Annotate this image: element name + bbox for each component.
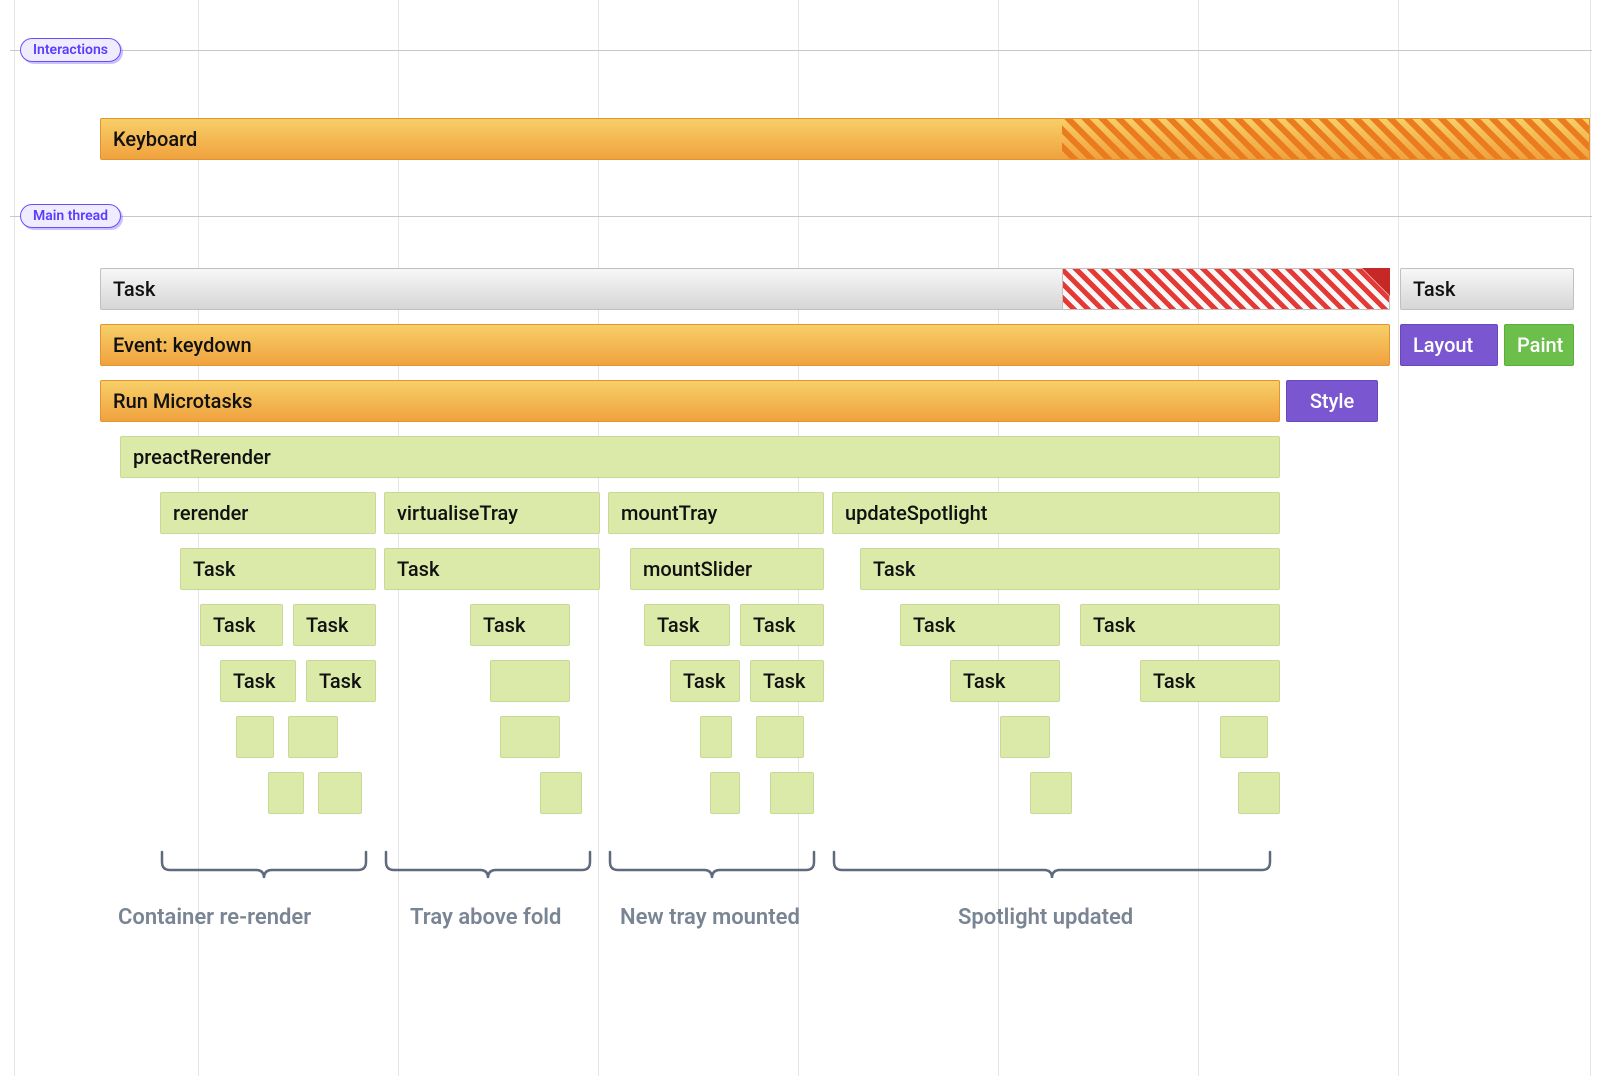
flame-block[interactable] [1238, 772, 1280, 814]
flame-bar-c1-l3a[interactable]: Task [200, 604, 283, 646]
flame-block[interactable] [700, 716, 732, 758]
flame-bar-label: Keyboard [113, 127, 197, 151]
gridline [14, 0, 15, 1076]
flame-bar-label: Task [683, 669, 725, 693]
flame-bar-label: Task [763, 669, 805, 693]
flame-bar-label: Paint [1517, 333, 1563, 357]
flame-bar-c1-l4b[interactable]: Task [306, 660, 376, 702]
flame-bar-label: Style [1310, 389, 1354, 413]
flame-bar-label: Task [306, 613, 348, 637]
flame-bar-rerender[interactable]: rerender [160, 492, 376, 534]
flame-bar-c1-l3b[interactable]: Task [293, 604, 376, 646]
flame-bar-label: Task [233, 669, 275, 693]
brace-icon [608, 850, 824, 886]
flame-bar-c4-l4b[interactable]: Task [1140, 660, 1280, 702]
flame-bar-task-warning-corner [1362, 268, 1390, 296]
flame-bar-label: Task [963, 669, 1005, 693]
flame-block[interactable] [288, 716, 338, 758]
flame-bar-c3-l4b[interactable]: Task [750, 660, 824, 702]
flame-block[interactable] [236, 716, 274, 758]
flame-bar-label: rerender [173, 501, 248, 525]
flame-bar-label: preactRerender [133, 445, 271, 469]
flame-bar-c2-l2[interactable]: Task [384, 548, 600, 590]
flame-bar-label: Task [213, 613, 255, 637]
flame-bar-label: updateSpotlight [845, 501, 987, 525]
flame-bar-mount-tray[interactable]: mountTray [608, 492, 824, 534]
flame-block[interactable] [710, 772, 740, 814]
flame-bar-label: Task [1413, 277, 1455, 301]
annotation-container-rerender: Container re-render [118, 905, 311, 930]
flame-bar-label: Run Microtasks [113, 389, 252, 413]
flame-block[interactable] [540, 772, 582, 814]
flame-bar-c3-l4a[interactable]: Task [670, 660, 740, 702]
flame-block[interactable] [1220, 716, 1268, 758]
flame-bar-update-spotlight[interactable]: updateSpotlight [832, 492, 1280, 534]
flame-block[interactable] [770, 772, 814, 814]
brace-icon [160, 850, 376, 886]
section-chip-label: Main thread [33, 208, 108, 224]
section-chip-label: Interactions [33, 42, 108, 58]
flame-bar-label: mountTray [621, 501, 717, 525]
flame-bar-label: Task [753, 613, 795, 637]
flame-block[interactable] [268, 772, 304, 814]
flame-bar-virtualise-tray[interactable]: virtualiseTray [384, 492, 600, 534]
brace-icon [832, 850, 1280, 886]
flame-bar-label: Task [193, 557, 235, 581]
flame-bar-keyboard-overrun [1062, 118, 1590, 160]
flame-bar-run-microtasks[interactable]: Run Microtasks [100, 380, 1280, 422]
flame-bar-label: Task [1153, 669, 1195, 693]
flame-chart-canvas: Interactions Keyboard Main thread Task T… [0, 0, 1602, 1076]
flame-bar-label: virtualiseTray [397, 501, 518, 525]
section-rule-main-thread [10, 216, 1592, 217]
flame-bar-style[interactable]: Style [1286, 380, 1378, 422]
section-rule-interactions [10, 50, 1592, 51]
flame-bar-label: Event: keydown [113, 333, 252, 357]
flame-bar-c4-l3b[interactable]: Task [1080, 604, 1280, 646]
flame-bar-event-keydown[interactable]: Event: keydown [100, 324, 1390, 366]
flame-block[interactable] [756, 716, 804, 758]
flame-bar-label: Layout [1413, 333, 1473, 357]
annotation-spotlight-updated: Spotlight updated [958, 905, 1133, 930]
flame-bar-label: Task [397, 557, 439, 581]
section-chip-main-thread[interactable]: Main thread [20, 204, 121, 228]
flame-bar-c4-l4a[interactable]: Task [950, 660, 1060, 702]
flame-bar-paint[interactable]: Paint [1504, 324, 1574, 366]
flame-bar-layout[interactable]: Layout [1400, 324, 1498, 366]
flame-block[interactable] [1030, 772, 1072, 814]
section-chip-interactions[interactable]: Interactions [20, 38, 121, 62]
flame-bar-label: Task [873, 557, 915, 581]
flame-block[interactable] [1000, 716, 1050, 758]
flame-bar-c4-l3a[interactable]: Task [900, 604, 1060, 646]
flame-bar-mount-slider[interactable]: mountSlider [630, 548, 824, 590]
gridline [1590, 0, 1591, 1076]
annotation-new-tray-mounted: New tray mounted [620, 905, 800, 930]
flame-bar-label: Task [319, 669, 361, 693]
flame-bar-label: Task [1093, 613, 1135, 637]
flame-bar-c1-l2[interactable]: Task [180, 548, 376, 590]
flame-bar-label: mountSlider [643, 557, 752, 581]
annotation-tray-above-fold: Tray above fold [410, 905, 561, 930]
gridline [1398, 0, 1399, 1076]
flame-block[interactable] [500, 716, 560, 758]
flame-bar-preact-rerender[interactable]: preactRerender [120, 436, 1280, 478]
flame-bar-c4-l2[interactable]: Task [860, 548, 1280, 590]
flame-bar-label: Task [113, 277, 155, 301]
flame-bar-task-short[interactable]: Task [1400, 268, 1574, 310]
flame-bar-c2-l4[interactable] [490, 660, 570, 702]
gridline [398, 0, 399, 1076]
flame-bar-c2-l3[interactable]: Task [470, 604, 570, 646]
flame-bar-c3-l3a[interactable]: Task [644, 604, 730, 646]
brace-icon [384, 850, 600, 886]
flame-bar-c1-l4a[interactable]: Task [220, 660, 296, 702]
gridline [598, 0, 599, 1076]
flame-bar-c3-l3b[interactable]: Task [740, 604, 824, 646]
flame-bar-label: Task [913, 613, 955, 637]
flame-block[interactable] [318, 772, 362, 814]
gridline [1198, 0, 1199, 1076]
flame-bar-label: Task [483, 613, 525, 637]
flame-bar-label: Task [657, 613, 699, 637]
flame-bar-task-long-warning [1062, 268, 1390, 310]
